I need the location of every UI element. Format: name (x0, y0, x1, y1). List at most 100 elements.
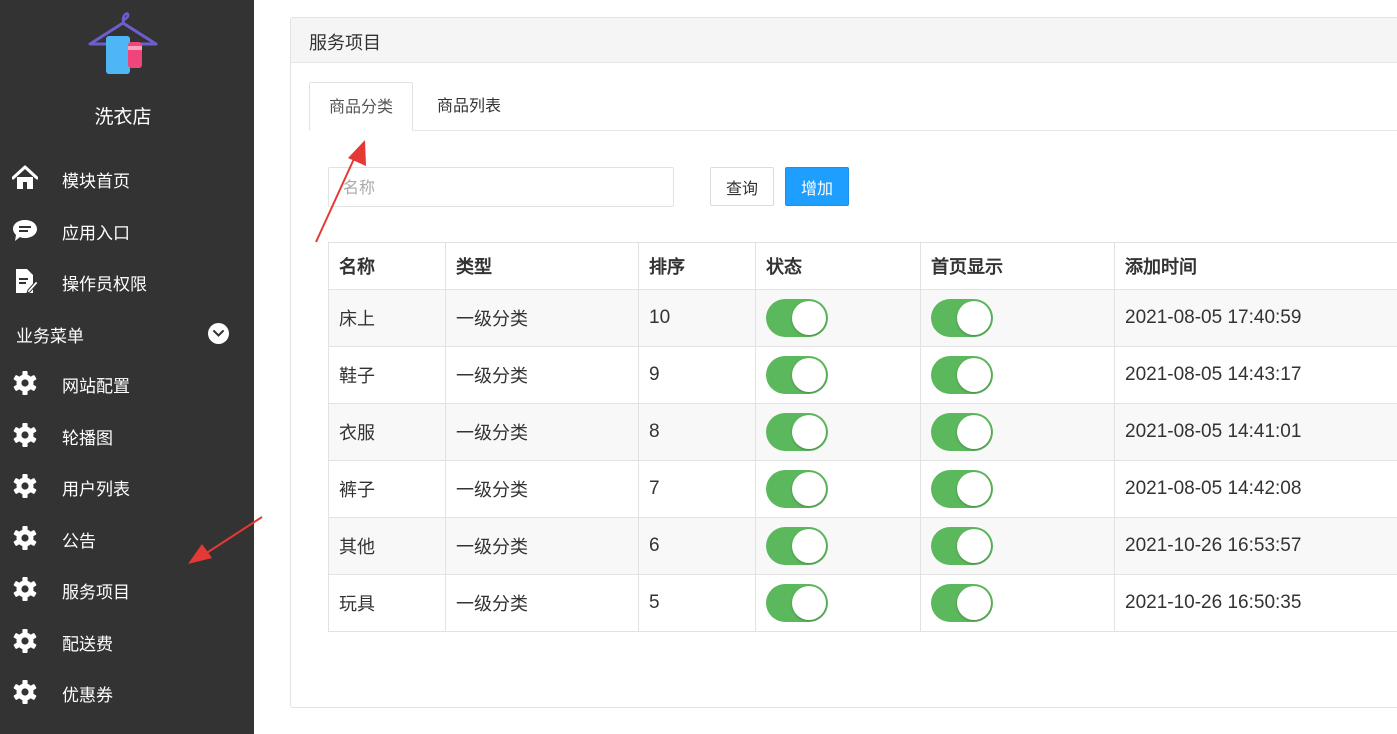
sidebar-item-label: 公告 (62, 532, 96, 552)
gear-icon (13, 371, 37, 395)
cell-type: 一级分类 (445, 517, 639, 575)
home-display-toggle[interactable] (931, 584, 993, 622)
name-search-input[interactable] (328, 167, 674, 207)
status-toggle[interactable] (766, 470, 828, 508)
cell-added-time: 2021-10-26 16:53:57 (1114, 517, 1397, 575)
gear-icon (13, 423, 37, 447)
cell-sort: 7 (638, 460, 756, 518)
cell-type: 一级分类 (445, 403, 639, 461)
chat-bubble-icon (13, 220, 37, 241)
sidebar-group-label: 业务菜单 (16, 327, 84, 347)
tab-bar: 商品分类 商品列表 (309, 82, 1397, 131)
status-toggle[interactable] (766, 299, 828, 337)
home-display-toggle[interactable] (931, 527, 993, 565)
cell-name: 裤子 (328, 460, 446, 518)
cell-home-display (920, 574, 1115, 632)
sidebar-item-label: 配送费 (62, 635, 113, 655)
sidebar: 洗衣店 模块首页 应用入口 操作员权限 业务菜单 网站配置 轮播图 用户列表 公… (0, 0, 254, 734)
cell-added-time: 2021-08-05 14:41:01 (1114, 403, 1397, 461)
cell-name: 玩具 (328, 574, 446, 632)
toggle-knob (792, 358, 826, 392)
service-items-panel: 服务项目 商品分类 商品列表 查询 增加 名称 类型 排序 状态 首页显示 添加… (290, 17, 1397, 708)
cell-added-time: 2021-08-05 14:43:17 (1114, 346, 1397, 404)
sidebar-item-service-items[interactable]: 服务项目 (0, 567, 254, 611)
cell-status (755, 403, 921, 461)
page-title: 服务项目 (309, 33, 381, 54)
toggle-knob (792, 472, 826, 506)
column-header-home-display[interactable]: 首页显示 (920, 242, 1115, 290)
toggle-knob (792, 301, 826, 335)
column-header-added-time[interactable]: 添加时间 (1114, 242, 1397, 290)
sidebar-item-label: 操作员权限 (62, 275, 147, 295)
sidebar-item-notice[interactable]: 公告 (0, 516, 254, 560)
status-toggle[interactable] (766, 527, 828, 565)
sidebar-item-delivery-fee[interactable]: 配送费 (0, 619, 254, 663)
status-toggle[interactable] (766, 584, 828, 622)
home-display-toggle[interactable] (931, 413, 993, 451)
sidebar-item-user-list[interactable]: 用户列表 (0, 464, 254, 508)
toggle-knob (957, 529, 991, 563)
sidebar-item-label: 服务项目 (62, 583, 130, 603)
sidebar-item-module-home[interactable]: 模块首页 (0, 156, 254, 200)
add-button[interactable]: 增加 (785, 167, 849, 206)
cell-sort: 6 (638, 517, 756, 575)
toggle-knob (792, 586, 826, 620)
gear-icon (13, 629, 37, 653)
column-header-status[interactable]: 状态 (755, 242, 921, 290)
chevron-down-icon[interactable] (208, 323, 229, 344)
sidebar-item-operator-permissions[interactable]: 操作员权限 (0, 259, 254, 303)
column-header-name[interactable]: 名称 (328, 242, 446, 290)
tab-product-list[interactable]: 商品列表 (419, 82, 519, 131)
sidebar-item-label: 模块首页 (62, 172, 130, 192)
cell-name: 床上 (328, 289, 446, 347)
cell-added-time: 2021-10-26 16:50:35 (1114, 574, 1397, 632)
column-header-sort[interactable]: 排序 (638, 242, 756, 290)
cell-sort: 8 (638, 403, 756, 461)
cell-home-display (920, 403, 1115, 461)
table-row: 鞋子 一级分类 9 2021-08-05 14:43:17 (328, 346, 1397, 404)
sidebar-item-app-entry[interactable]: 应用入口 (0, 208, 254, 252)
toggle-knob (792, 529, 826, 563)
home-display-toggle[interactable] (931, 470, 993, 508)
cell-home-display (920, 517, 1115, 575)
panel-header: 服务项目 (291, 18, 1397, 63)
sidebar-item-carousel[interactable]: 轮播图 (0, 413, 254, 457)
category-table: 名称 类型 排序 状态 首页显示 添加时间 床上 一级分类 10 2021-08… (328, 242, 1397, 632)
sidebar-item-label: 用户列表 (62, 480, 130, 500)
cell-name: 其他 (328, 517, 446, 575)
cell-type: 一级分类 (445, 574, 639, 632)
tab-product-category[interactable]: 商品分类 (309, 82, 413, 131)
home-display-toggle[interactable] (931, 356, 993, 394)
cell-home-display (920, 289, 1115, 347)
toggle-knob (957, 586, 991, 620)
table-row: 床上 一级分类 10 2021-08-05 17:40:59 (328, 289, 1397, 347)
gear-icon (13, 680, 37, 704)
cell-home-display (920, 346, 1115, 404)
table-row: 玩具 一级分类 5 2021-10-26 16:50:35 (328, 574, 1397, 632)
sidebar-item-label: 应用入口 (62, 224, 130, 244)
cell-type: 一级分类 (445, 346, 639, 404)
sidebar-item-label: 优惠券 (62, 686, 113, 706)
document-edit-icon (16, 269, 38, 294)
sidebar-item-coupons[interactable]: 优惠券 (0, 670, 254, 714)
sidebar-item-site-config[interactable]: 网站配置 (0, 361, 254, 405)
cell-sort: 9 (638, 346, 756, 404)
cell-sort: 10 (638, 289, 756, 347)
column-header-type[interactable]: 类型 (445, 242, 639, 290)
gear-icon (13, 474, 37, 498)
toggle-knob (792, 415, 826, 449)
status-toggle[interactable] (766, 413, 828, 451)
cell-name: 衣服 (328, 403, 446, 461)
cell-status (755, 460, 921, 518)
gear-icon (13, 577, 37, 601)
home-display-toggle[interactable] (931, 299, 993, 337)
home-icon (12, 165, 38, 189)
toggle-knob (957, 358, 991, 392)
table-row: 衣服 一级分类 8 2021-08-05 14:41:01 (328, 403, 1397, 461)
toggle-knob (957, 472, 991, 506)
sidebar-item-label: 网站配置 (62, 377, 130, 397)
query-button[interactable]: 查询 (710, 167, 774, 206)
brand-name: 洗衣店 (94, 106, 152, 128)
sidebar-item-label: 轮播图 (62, 429, 113, 449)
status-toggle[interactable] (766, 356, 828, 394)
